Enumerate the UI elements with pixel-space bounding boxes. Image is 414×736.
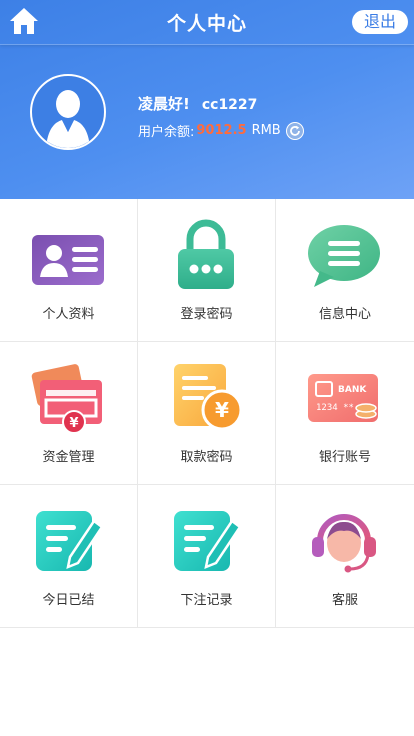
refresh-icon[interactable] xyxy=(285,121,304,140)
wallet-icon: ¥ xyxy=(31,364,102,434)
edit-note-icon xyxy=(174,511,242,571)
menu-item-label: 下注记录 xyxy=(180,593,233,608)
menu-item-label: 今日已结 xyxy=(42,593,95,608)
top-bar: 个人中心 退出 xyxy=(0,0,414,45)
menu-item-login-password[interactable]: 登录密码 xyxy=(138,199,276,342)
menu-item-withdraw-password[interactable]: ¥ 取款密码 xyxy=(138,342,276,485)
chat-bubble-icon xyxy=(308,225,380,287)
id-card-icon xyxy=(32,235,104,285)
menu-item-label: 信息中心 xyxy=(318,307,371,322)
balance-value: 9012.5 xyxy=(196,123,247,138)
lock-icon xyxy=(178,219,234,289)
menu-item-label: 取款密码 xyxy=(180,450,233,465)
user-silhouette-icon xyxy=(46,90,90,148)
menu-item-label: 资金管理 xyxy=(42,450,95,465)
menu-item-funds[interactable]: ¥ 资金管理 xyxy=(0,342,138,485)
username: cc1227 xyxy=(201,97,258,113)
withdraw-document-icon: ¥ xyxy=(174,364,243,431)
menu-item-bet-records[interactable]: 下注记录 xyxy=(138,485,276,628)
menu-item-label: 个人资料 xyxy=(42,307,95,322)
profile-header: 个人中心 退出 凌晨好! cc1227 用户余额: 9012.5 RMB xyxy=(0,0,414,199)
svg-text:¥: ¥ xyxy=(69,416,78,431)
greeting-row: 凌晨好! cc1227 xyxy=(138,93,257,114)
edit-note-icon xyxy=(36,511,104,571)
svg-text:BANK: BANK xyxy=(338,385,367,395)
menu-item-label: 登录密码 xyxy=(180,307,233,322)
currency-label: RMB xyxy=(251,123,281,138)
menu-item-label: 客服 xyxy=(331,593,358,608)
logout-button[interactable]: 退出 xyxy=(352,10,408,34)
svg-text:¥: ¥ xyxy=(215,398,229,422)
menu-item-bank-account[interactable]: BANK 1234 ** 银行账号 xyxy=(276,342,414,485)
menu-item-label: 银行账号 xyxy=(318,450,371,465)
bank-card-icon: BANK 1234 ** xyxy=(308,374,378,422)
greeting-text: 凌晨好! xyxy=(138,95,190,113)
balance-row: 用户余额: 9012.5 RMB xyxy=(138,121,304,140)
avatar[interactable] xyxy=(30,74,106,150)
menu-item-today-settled[interactable]: 今日已结 xyxy=(0,485,138,628)
balance-label: 用户余额: xyxy=(138,125,195,140)
svg-text:1234 **: 1234 ** xyxy=(316,403,354,413)
menu-item-profile[interactable]: 个人资料 xyxy=(0,199,138,342)
menu-item-customer-service[interactable]: 客服 xyxy=(276,485,414,628)
menu-grid: 个人资料 登录密码 信息中心 ¥ 资金管理 ¥ 取款密码 BANK 1234 *… xyxy=(0,199,414,628)
customer-service-icon xyxy=(312,514,376,573)
menu-item-messages[interactable]: 信息中心 xyxy=(276,199,414,342)
